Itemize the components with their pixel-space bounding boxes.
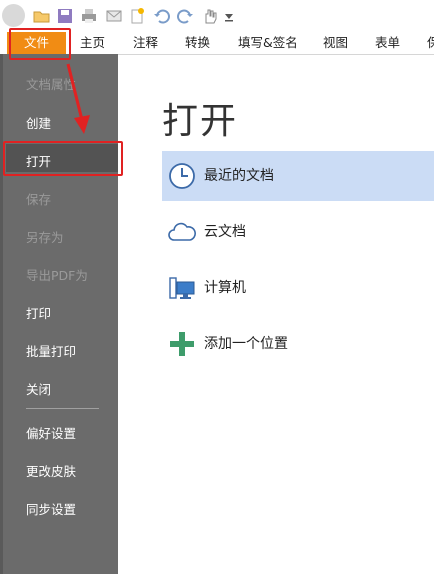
- annotation-box-open-item: [3, 141, 123, 176]
- location-label: 云文档: [204, 224, 246, 240]
- app-logo[interactable]: [2, 4, 25, 27]
- annotation-arrow-icon: [66, 63, 90, 134]
- sidebar-item-close[interactable]: 关闭: [26, 379, 51, 398]
- plus-icon: [170, 332, 194, 356]
- file-sidebar: 文档属性 创建 打开 保存 另存为 导出PDF为 打印 批量打印 关闭 偏好设置…: [0, 54, 118, 574]
- cloud-icon: [168, 222, 196, 241]
- redo-icon[interactable]: [176, 7, 194, 25]
- sidebar-item-print[interactable]: 打印: [26, 303, 51, 322]
- location-recent-documents[interactable]: 最近的文档: [162, 151, 434, 201]
- sidebar-item-save-as: 另存为: [26, 230, 64, 245]
- location-add-place[interactable]: 添加一个位置: [162, 319, 434, 369]
- location-label: 最近的文档: [204, 168, 274, 184]
- tab-convert[interactable]: 转换: [185, 32, 210, 54]
- sidebar-item-batch-print[interactable]: 批量打印: [26, 341, 76, 360]
- open-folder-icon[interactable]: [33, 7, 51, 25]
- new-icon[interactable]: [128, 7, 146, 25]
- location-label: 计算机: [204, 280, 246, 296]
- tab-comment[interactable]: 注释: [133, 32, 158, 54]
- sidebar-item-sync-settings[interactable]: 同步设置: [26, 499, 76, 518]
- tab-protect[interactable]: 保: [427, 32, 434, 54]
- customize-icon[interactable]: [222, 7, 236, 25]
- print-icon[interactable]: [80, 7, 98, 25]
- page-title: 打开: [162, 101, 239, 142]
- email-icon[interactable]: [105, 7, 123, 25]
- tab-fill-sign[interactable]: 填写&签名: [238, 32, 298, 54]
- location-cloud-documents[interactable]: 云文档: [162, 207, 434, 257]
- tab-view[interactable]: 视图: [323, 32, 348, 54]
- undo-icon[interactable]: [153, 7, 171, 25]
- hand-tool-icon[interactable]: [201, 7, 219, 25]
- window-edge: [0, 54, 3, 574]
- location-label: 添加一个位置: [204, 336, 288, 352]
- sidebar-item-change-skin[interactable]: 更改皮肤: [26, 461, 76, 480]
- sidebar-divider: [26, 408, 99, 409]
- location-computer[interactable]: 计算机: [162, 263, 434, 313]
- computer-icon: [169, 277, 195, 299]
- sidebar-item-create[interactable]: 创建: [26, 113, 51, 132]
- sidebar-item-export-pdf: 导出PDF为: [26, 268, 88, 283]
- sidebar-item-preferences[interactable]: 偏好设置: [26, 423, 76, 442]
- tab-form[interactable]: 表单: [375, 32, 400, 54]
- annotation-box-file-tab: [9, 28, 71, 60]
- clock-icon: [169, 163, 195, 189]
- tab-home[interactable]: 主页: [80, 32, 105, 54]
- save-icon[interactable]: [56, 7, 74, 25]
- sidebar-item-save: 保存: [26, 192, 52, 207]
